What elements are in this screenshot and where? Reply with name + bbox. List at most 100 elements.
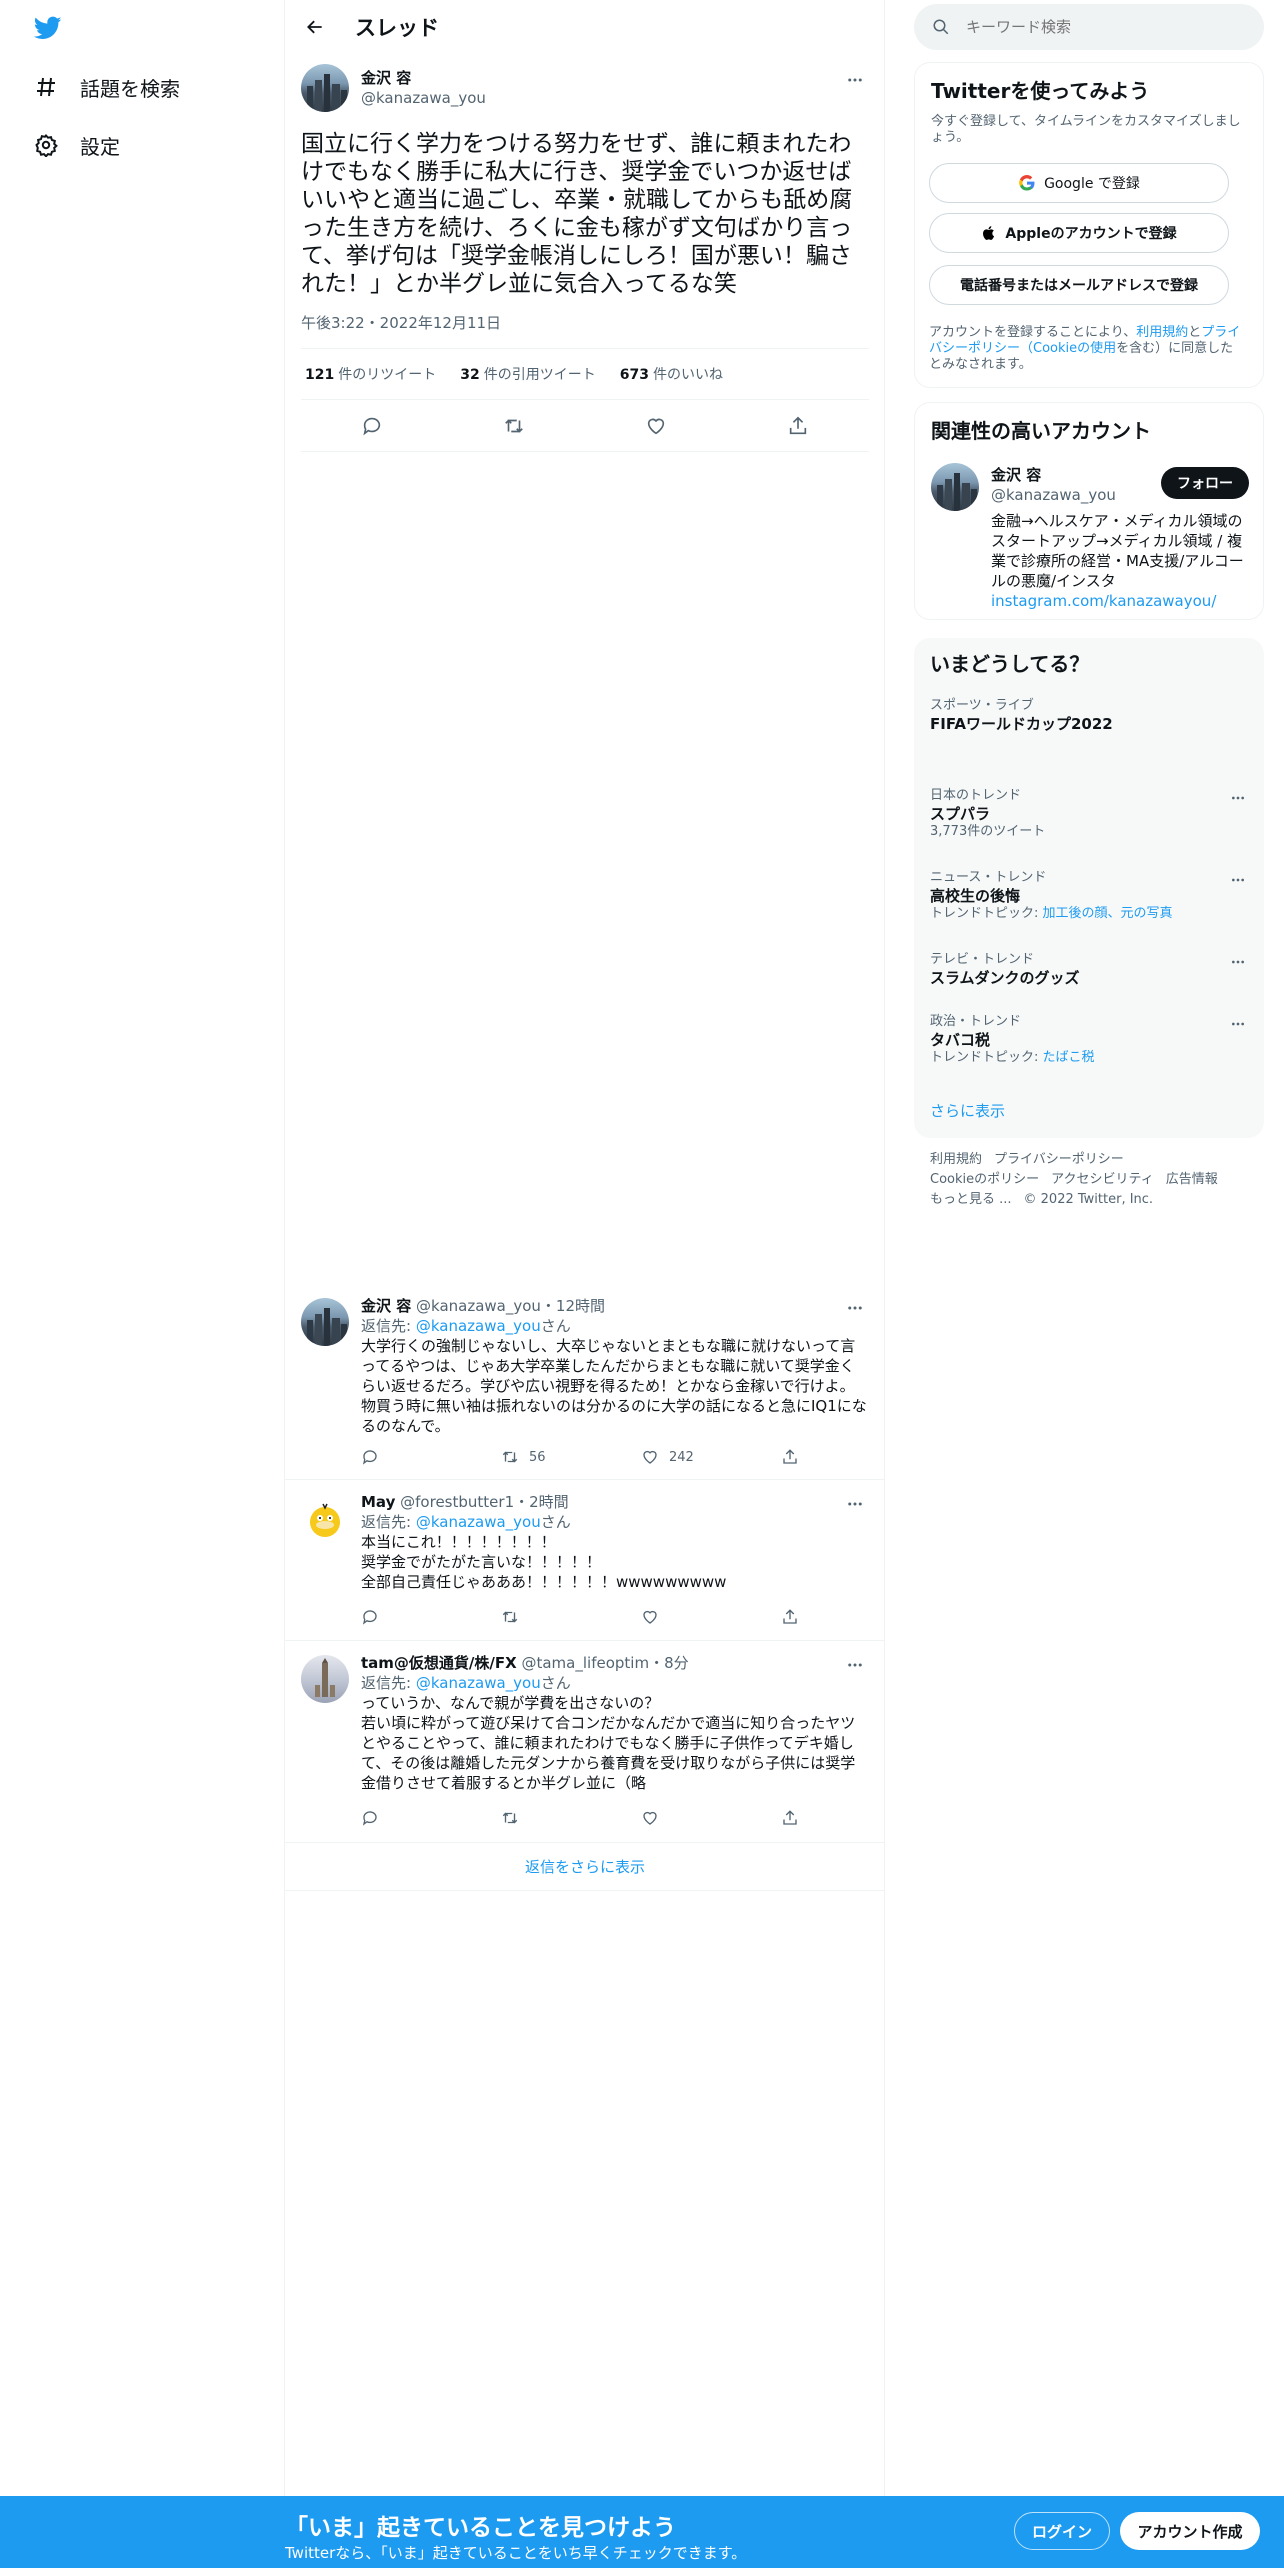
like-stat[interactable]: 673 件のいいね <box>616 364 723 384</box>
footer-link[interactable]: プライバシーポリシー <box>994 1152 1124 1167</box>
share-button[interactable] <box>781 1608 801 1626</box>
google-icon <box>1018 174 1036 192</box>
thread-header: スレッド <box>285 0 885 54</box>
trend-name: FIFAワールドカップ2022 <box>930 715 1113 733</box>
more-icon[interactable] <box>1228 1014 1248 1034</box>
bottom-signup-bar: 「いま」起きていることを見つけよう Twitterなら、「いま」起きていることを… <box>0 2496 1284 2568</box>
login-button[interactable]: ログイン <box>1014 2512 1110 2550</box>
show-more-replies-link[interactable]: 返信をさらに表示 <box>285 1843 885 1891</box>
nav-item-explore[interactable]: 話題を検索 <box>32 62 180 112</box>
reply-time[interactable]: ・2時間 <box>514 1493 569 1511</box>
terms-link[interactable]: 利用規約 <box>1136 325 1188 340</box>
retweet-button[interactable] <box>501 1809 611 1827</box>
retweet-button[interactable] <box>501 1608 611 1626</box>
footer-link[interactable]: もっと見る ... <box>930 1192 1012 1207</box>
avatar[interactable] <box>931 463 979 511</box>
twitter-logo-icon[interactable] <box>32 14 64 42</box>
author-name[interactable]: May <box>361 1493 395 1511</box>
author-handle[interactable]: @forestbutter1 <box>400 1493 514 1511</box>
avatar[interactable] <box>301 1298 349 1346</box>
back-button[interactable] <box>297 9 333 45</box>
share-icon[interactable] <box>779 407 817 445</box>
trend-item[interactable]: 日本のトレンド スプパラ 3,773件のツイート <box>930 788 1248 840</box>
more-icon <box>848 1663 862 1667</box>
trend-context: テレビ・トレンド <box>930 952 1035 967</box>
trends-show-more-link[interactable]: さらに表示 <box>930 1100 1248 1121</box>
google-signup-button[interactable]: Google で登録 <box>929 163 1229 203</box>
nav-item-settings[interactable]: 設定 <box>32 120 120 170</box>
avatar[interactable] <box>301 1494 349 1542</box>
trend-item[interactable]: 政治・トレンド タバコ税 トレンドトピック: たばこ税 <box>930 1014 1248 1066</box>
avatar[interactable] <box>301 64 349 112</box>
retweet-icon[interactable] <box>495 407 533 445</box>
reply-to-line: 返信先: @kanazawa_youさん <box>361 1513 571 1531</box>
share-button[interactable] <box>781 1809 801 1827</box>
retweet-stat[interactable]: 121 件のリツイート <box>301 364 436 384</box>
author-handle[interactable]: @tama_lifeoptim <box>521 1654 649 1672</box>
reply-to-link[interactable]: @kanazawa_you <box>416 1513 541 1531</box>
author-name[interactable]: 金沢 容 <box>361 68 486 88</box>
more-icon[interactable] <box>1228 870 1248 890</box>
follow-button[interactable]: フォロー <box>1161 467 1249 499</box>
trend-topic-link[interactable]: 加工後の顔、元の写真 <box>1043 906 1173 921</box>
reply-button[interactable] <box>361 1809 471 1827</box>
footer-link[interactable]: 広告情報 <box>1166 1172 1218 1187</box>
account-name[interactable]: 金沢 容 <box>991 465 1116 485</box>
more-button[interactable] <box>841 1651 869 1679</box>
author-handle[interactable]: @kanazawa_you <box>361 88 486 108</box>
trend-item[interactable]: テレビ・トレンド スラムダンクのグッズ <box>930 952 1248 988</box>
footer-link[interactable]: アクセシビリティ <box>1051 1172 1154 1187</box>
like-count: 242 <box>669 1449 694 1465</box>
trend-item[interactable]: スポーツ・ライブ FIFAワールドカップ2022 <box>930 698 1248 734</box>
trend-item[interactable]: ニュース・トレンド 高校生の後悔 トレンドトピック: 加工後の顔、元の写真 <box>930 870 1248 922</box>
reply-time[interactable]: ・12時間 <box>541 1297 605 1315</box>
signup-button[interactable]: アカウント作成 <box>1120 2512 1260 2550</box>
share-button[interactable] <box>781 1448 801 1466</box>
reply-tweet[interactable]: May @forestbutter1・2時間 返信先: @kanazawa_yo… <box>285 1480 885 1641</box>
like-button[interactable]: 242 <box>641 1448 751 1466</box>
reply-tweet[interactable]: 金沢 容 @kanazawa_you・12時間 返信先: @kanazawa_y… <box>285 1284 885 1480</box>
trend-topic-link[interactable]: たばこ税 <box>1043 1050 1095 1065</box>
trend-name: スプパラ <box>930 805 991 823</box>
account-handle[interactable]: @kanazawa_you <box>991 485 1116 505</box>
reply-icon <box>362 1450 377 1465</box>
author-name[interactable]: 金沢 容 <box>361 1297 411 1315</box>
more-icon[interactable] <box>1228 788 1248 808</box>
phone-email-signup-button[interactable]: 電話番号またはメールアドレスで登録 <box>929 265 1229 305</box>
footer-link[interactable]: 利用規約 <box>930 1152 982 1167</box>
reply-tweet[interactable]: tam@仮想通貨/株/FX @tama_lifeoptim・8分 返信先: @k… <box>285 1641 885 1843</box>
author-name[interactable]: tam@仮想通貨/株/FX <box>361 1654 517 1672</box>
tweet-text: 国立に行く学力をつける努力をせず、誰に頼まれたわけでもなく勝手に私大に行き、奨学… <box>301 131 853 297</box>
search-box[interactable] <box>914 4 1264 50</box>
quote-stat[interactable]: 32 件の引用ツイート <box>456 364 595 384</box>
footer-link[interactable]: Cookieのポリシー <box>930 1172 1039 1187</box>
account-bio-link[interactable]: instagram.com/kanazawayou/ <box>991 592 1216 610</box>
reply-time[interactable]: ・8分 <box>649 1654 689 1672</box>
more-icon[interactable] <box>1228 952 1248 972</box>
trend-context: 政治・トレンド <box>930 1014 1022 1029</box>
avatar[interactable] <box>301 1655 349 1703</box>
more-icon <box>848 78 862 82</box>
author-handle[interactable]: @kanazawa_you <box>416 1297 541 1315</box>
reply-icon <box>362 1610 377 1625</box>
like-button[interactable] <box>641 1608 751 1626</box>
trend-meta: トレンドトピック: 加工後の顔、元の写真 <box>930 906 1173 921</box>
tweet-timestamp[interactable]: 午後3:22・2022年12月11日 <box>301 312 869 333</box>
reply-button[interactable] <box>361 1448 471 1466</box>
search-input[interactable] <box>966 18 1226 36</box>
reply-button[interactable] <box>361 1608 471 1626</box>
more-button[interactable] <box>841 1490 869 1518</box>
reply-to-link[interactable]: @kanazawa_you <box>416 1317 541 1335</box>
like-icon[interactable] <box>637 407 675 445</box>
like-button[interactable] <box>641 1809 751 1827</box>
reply-icon[interactable] <box>353 407 391 445</box>
more-button[interactable] <box>841 1294 869 1322</box>
more-button[interactable] <box>841 66 869 94</box>
signup-terms: アカウントを登録することにより、利用規約とプライバシーポリシー（Cookieの使… <box>929 325 1241 372</box>
reply-to-link[interactable]: @kanazawa_you <box>416 1674 541 1692</box>
retweet-button[interactable]: 56 <box>501 1448 611 1466</box>
bottom-bar-subtitle: Twitterなら、「いま」起きていることをいち早くチェックできます。 <box>285 2544 747 2562</box>
like-icon <box>643 1811 657 1825</box>
apple-signup-button[interactable]: Appleのアカウントで登録 <box>929 213 1229 253</box>
more-icon <box>848 1306 862 1310</box>
